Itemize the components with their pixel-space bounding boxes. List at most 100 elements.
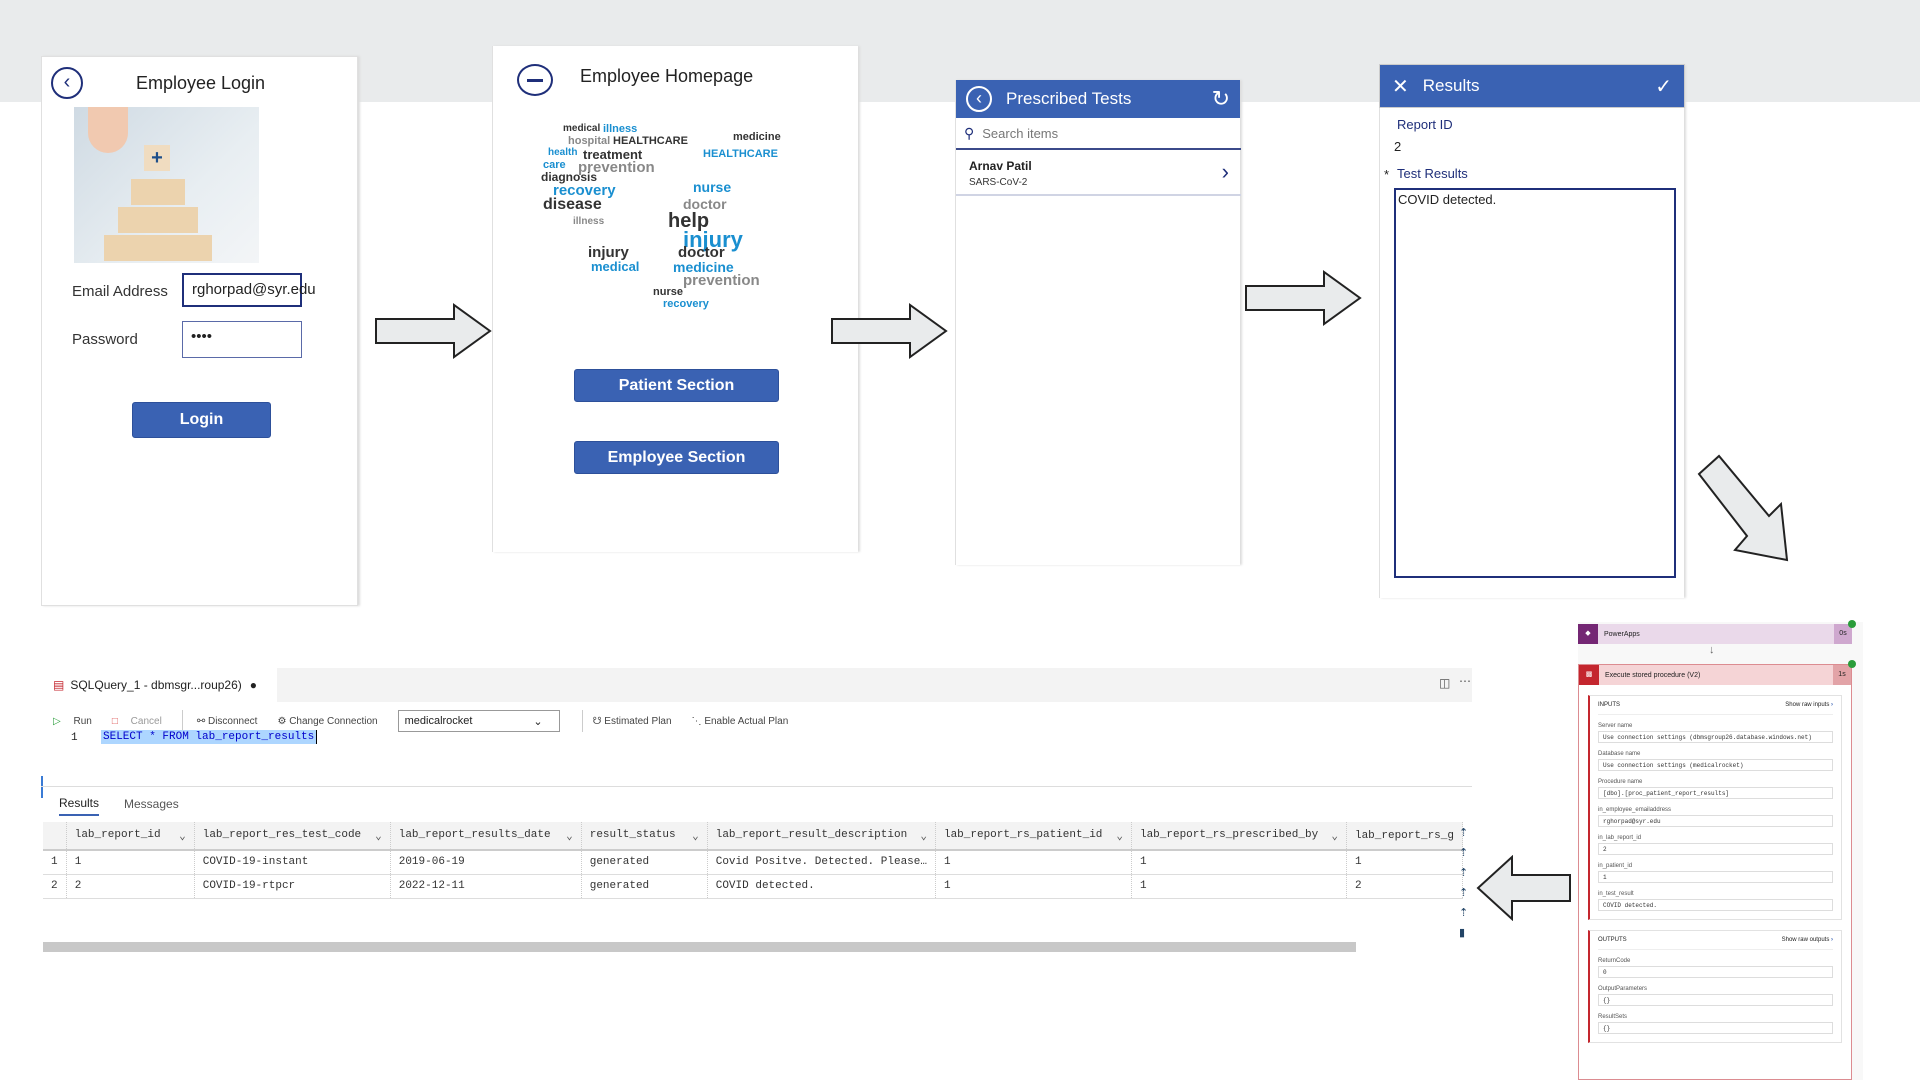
minus-circle-icon[interactable] (517, 64, 553, 96)
table-cell: COVID-19-instant (194, 850, 391, 875)
field-value: {} (1598, 1022, 1833, 1034)
field-label: Server name (1598, 723, 1633, 729)
show-raw-outputs-link[interactable]: Show raw outputs › (1782, 937, 1833, 943)
table-cell: 2 (66, 874, 195, 899)
split-editor-icon[interactable]: ◫ (1439, 676, 1450, 690)
refresh-icon[interactable]: ↻ (1212, 86, 1230, 112)
chevron-down-icon: ⌄ (1331, 830, 1338, 843)
database-select[interactable]: medicalrocket ⌄ (397, 710, 560, 732)
checkmark-icon[interactable]: ✓ (1655, 74, 1672, 99)
change-connection-button[interactable]: ⚙ Change Connection (277, 716, 387, 727)
flow-step-powerapps[interactable]: ◆ PowerApps 0s (1578, 624, 1852, 644)
column-header[interactable]: lab_report_result_description ⌄ (707, 822, 936, 851)
field-value: {} (1598, 994, 1833, 1006)
column-header[interactable]: lab_report_rs_prescribed_by ⌄ (1131, 822, 1347, 851)
search-input[interactable]: Search items (982, 126, 1058, 141)
screen-title: Prescribed Tests (1006, 89, 1132, 108)
field-value: 0 (1598, 966, 1833, 978)
patient-section-button[interactable]: Patient Section (574, 369, 779, 402)
power-automate-flow-run: ◆ PowerApps 0s ↓ ▩ Execute stored proced… (1578, 620, 1863, 1080)
tab-sqlquery[interactable]: ▤ SQLQuery_1 - dbmsgr...roup26) ● (41, 668, 277, 702)
flow-step-execute-stored-procedure[interactable]: ▩ Execute stored procedure (V2) 1s INPUT… (1578, 664, 1852, 1080)
column-header[interactable]: lab_report_results_date ⌄ (390, 822, 582, 851)
chevron-down-icon: ⌄ (179, 830, 186, 843)
show-raw-inputs-link[interactable]: Show raw inputs › (1785, 702, 1833, 708)
table-cell: generated (581, 850, 708, 875)
email-field[interactable]: rghorpad@syr.edu (182, 273, 316, 307)
table-cell: 1 (1131, 874, 1347, 899)
field-label: OutputParameters (1598, 986, 1648, 992)
employee-section-button[interactable]: Employee Section (574, 441, 779, 474)
divider (581, 710, 583, 732)
page-title: Employee Login (135, 73, 266, 93)
field-label: Database name (1598, 751, 1641, 757)
column-header[interactable]: lab_report_id ⌄ (66, 822, 195, 851)
back-icon[interactable]: ‹ (966, 86, 992, 112)
table-cell: COVID detected. (707, 874, 936, 899)
inputs-section: INPUTS Show raw inputs › Server name Use c… (1588, 695, 1842, 920)
disconnect-button[interactable]: ⚯ Disconnect (197, 716, 268, 727)
more-icon[interactable]: ⋯ (1459, 674, 1471, 688)
sql-icon: ▩ (1579, 665, 1599, 685)
search-bar[interactable]: ⚲ Search items (956, 118, 1241, 150)
chevron-down-icon: ⌄ (375, 830, 382, 843)
table-cell: generated (581, 874, 708, 899)
tab-messages[interactable]: Messages (124, 797, 179, 811)
table-row[interactable]: 1 1 COVID-19-instant 2019-06-19 generated Cov… (43, 850, 1463, 875)
results-screen: ✕ Results ✓ Report ID 2 * Test Results C… (1379, 65, 1684, 598)
table-row[interactable]: 2 2 COVID-19-rtpcr 2022-12-11 generated COVID… (43, 874, 1463, 899)
table-cell: 2 (1346, 874, 1463, 899)
healthcare-image: + (74, 107, 259, 263)
close-icon[interactable]: ✕ (1392, 74, 1409, 99)
arrow-right-icon (375, 303, 492, 359)
employee-homepage-screen: Employee Homepage medical illness hospital… (492, 46, 858, 552)
horizontal-scrollbar[interactable] (43, 942, 1356, 952)
test-results-label: Test Results (1397, 166, 1468, 181)
field-value: 1 (1598, 871, 1833, 883)
cancel-button[interactable]: □ Cancel (112, 716, 172, 727)
step-duration: 1s (1833, 665, 1851, 685)
field-value: 2 (1598, 843, 1833, 855)
estimated-plan-button[interactable]: ☋ Estimated Plan (593, 716, 682, 727)
field-label: ResultSets (1598, 1014, 1628, 1020)
enable-actual-plan-button[interactable]: ⋱ Enable Actual Plan (692, 716, 799, 727)
word-cloud-word: hospital (568, 134, 611, 147)
column-header[interactable]: lab_report_rs_g (1346, 822, 1463, 851)
run-button[interactable]: ▷ Run (53, 716, 102, 727)
password-field[interactable]: •••• (182, 321, 302, 358)
report-id-value: 2 (1394, 139, 1402, 154)
prescribed-tests-screen: ‹ Prescribed Tests ↻ ⚲ Search items Arna… (955, 80, 1241, 565)
column-header[interactable]: result_status ⌄ (581, 822, 708, 851)
query-editor[interactable]: SELECT * FROM lab_report_results (101, 730, 318, 744)
column-header[interactable]: lab_report_res_test_code ⌄ (194, 822, 391, 851)
unsaved-dot-icon: ● (249, 678, 258, 692)
column-header[interactable]: lab_report_rs_patient_id ⌄ (935, 822, 1132, 851)
field-value: Use connection settings (medicalrocket) (1598, 759, 1833, 771)
table-cell: 1 (1346, 850, 1463, 875)
test-results-field[interactable]: COVID detected. (1394, 188, 1676, 578)
word-cloud-word: recovery (663, 297, 709, 310)
search-icon: ⚲ (964, 124, 975, 141)
table-cell: 1 (1131, 850, 1347, 875)
employee-login-screen: ‹ Employee Login + Email Address rghorpa… (41, 56, 358, 606)
chevron-right-icon: › (1221, 159, 1229, 184)
word-cloud-word: prevention (683, 272, 760, 290)
field-label: ReturnCode (1598, 958, 1631, 964)
chevron-down-icon: ⌄ (920, 830, 927, 843)
success-check-icon (1848, 660, 1856, 668)
patient-name: Arnav Patil (969, 159, 1032, 173)
field-label: in_employee_emailaddress (1598, 807, 1672, 813)
screen-title: Results (1422, 76, 1480, 95)
section-label: INPUTS (1598, 702, 1621, 708)
page-title: Employee Homepage (580, 66, 754, 86)
success-check-icon (1848, 620, 1856, 628)
field-label: in_lab_report_id (1598, 835, 1642, 841)
divider (41, 786, 1472, 787)
word-cloud-word: medical (563, 122, 601, 134)
tab-results[interactable]: Results (59, 796, 100, 816)
login-button[interactable]: Login (132, 402, 271, 438)
field-value: rghorpad@syr.edu (1598, 815, 1833, 827)
field-label: Procedure name (1598, 779, 1643, 785)
list-item[interactable]: Arnav Patil SARS-CoV-2 › (956, 151, 1241, 196)
table-cell: 1 (43, 850, 67, 875)
